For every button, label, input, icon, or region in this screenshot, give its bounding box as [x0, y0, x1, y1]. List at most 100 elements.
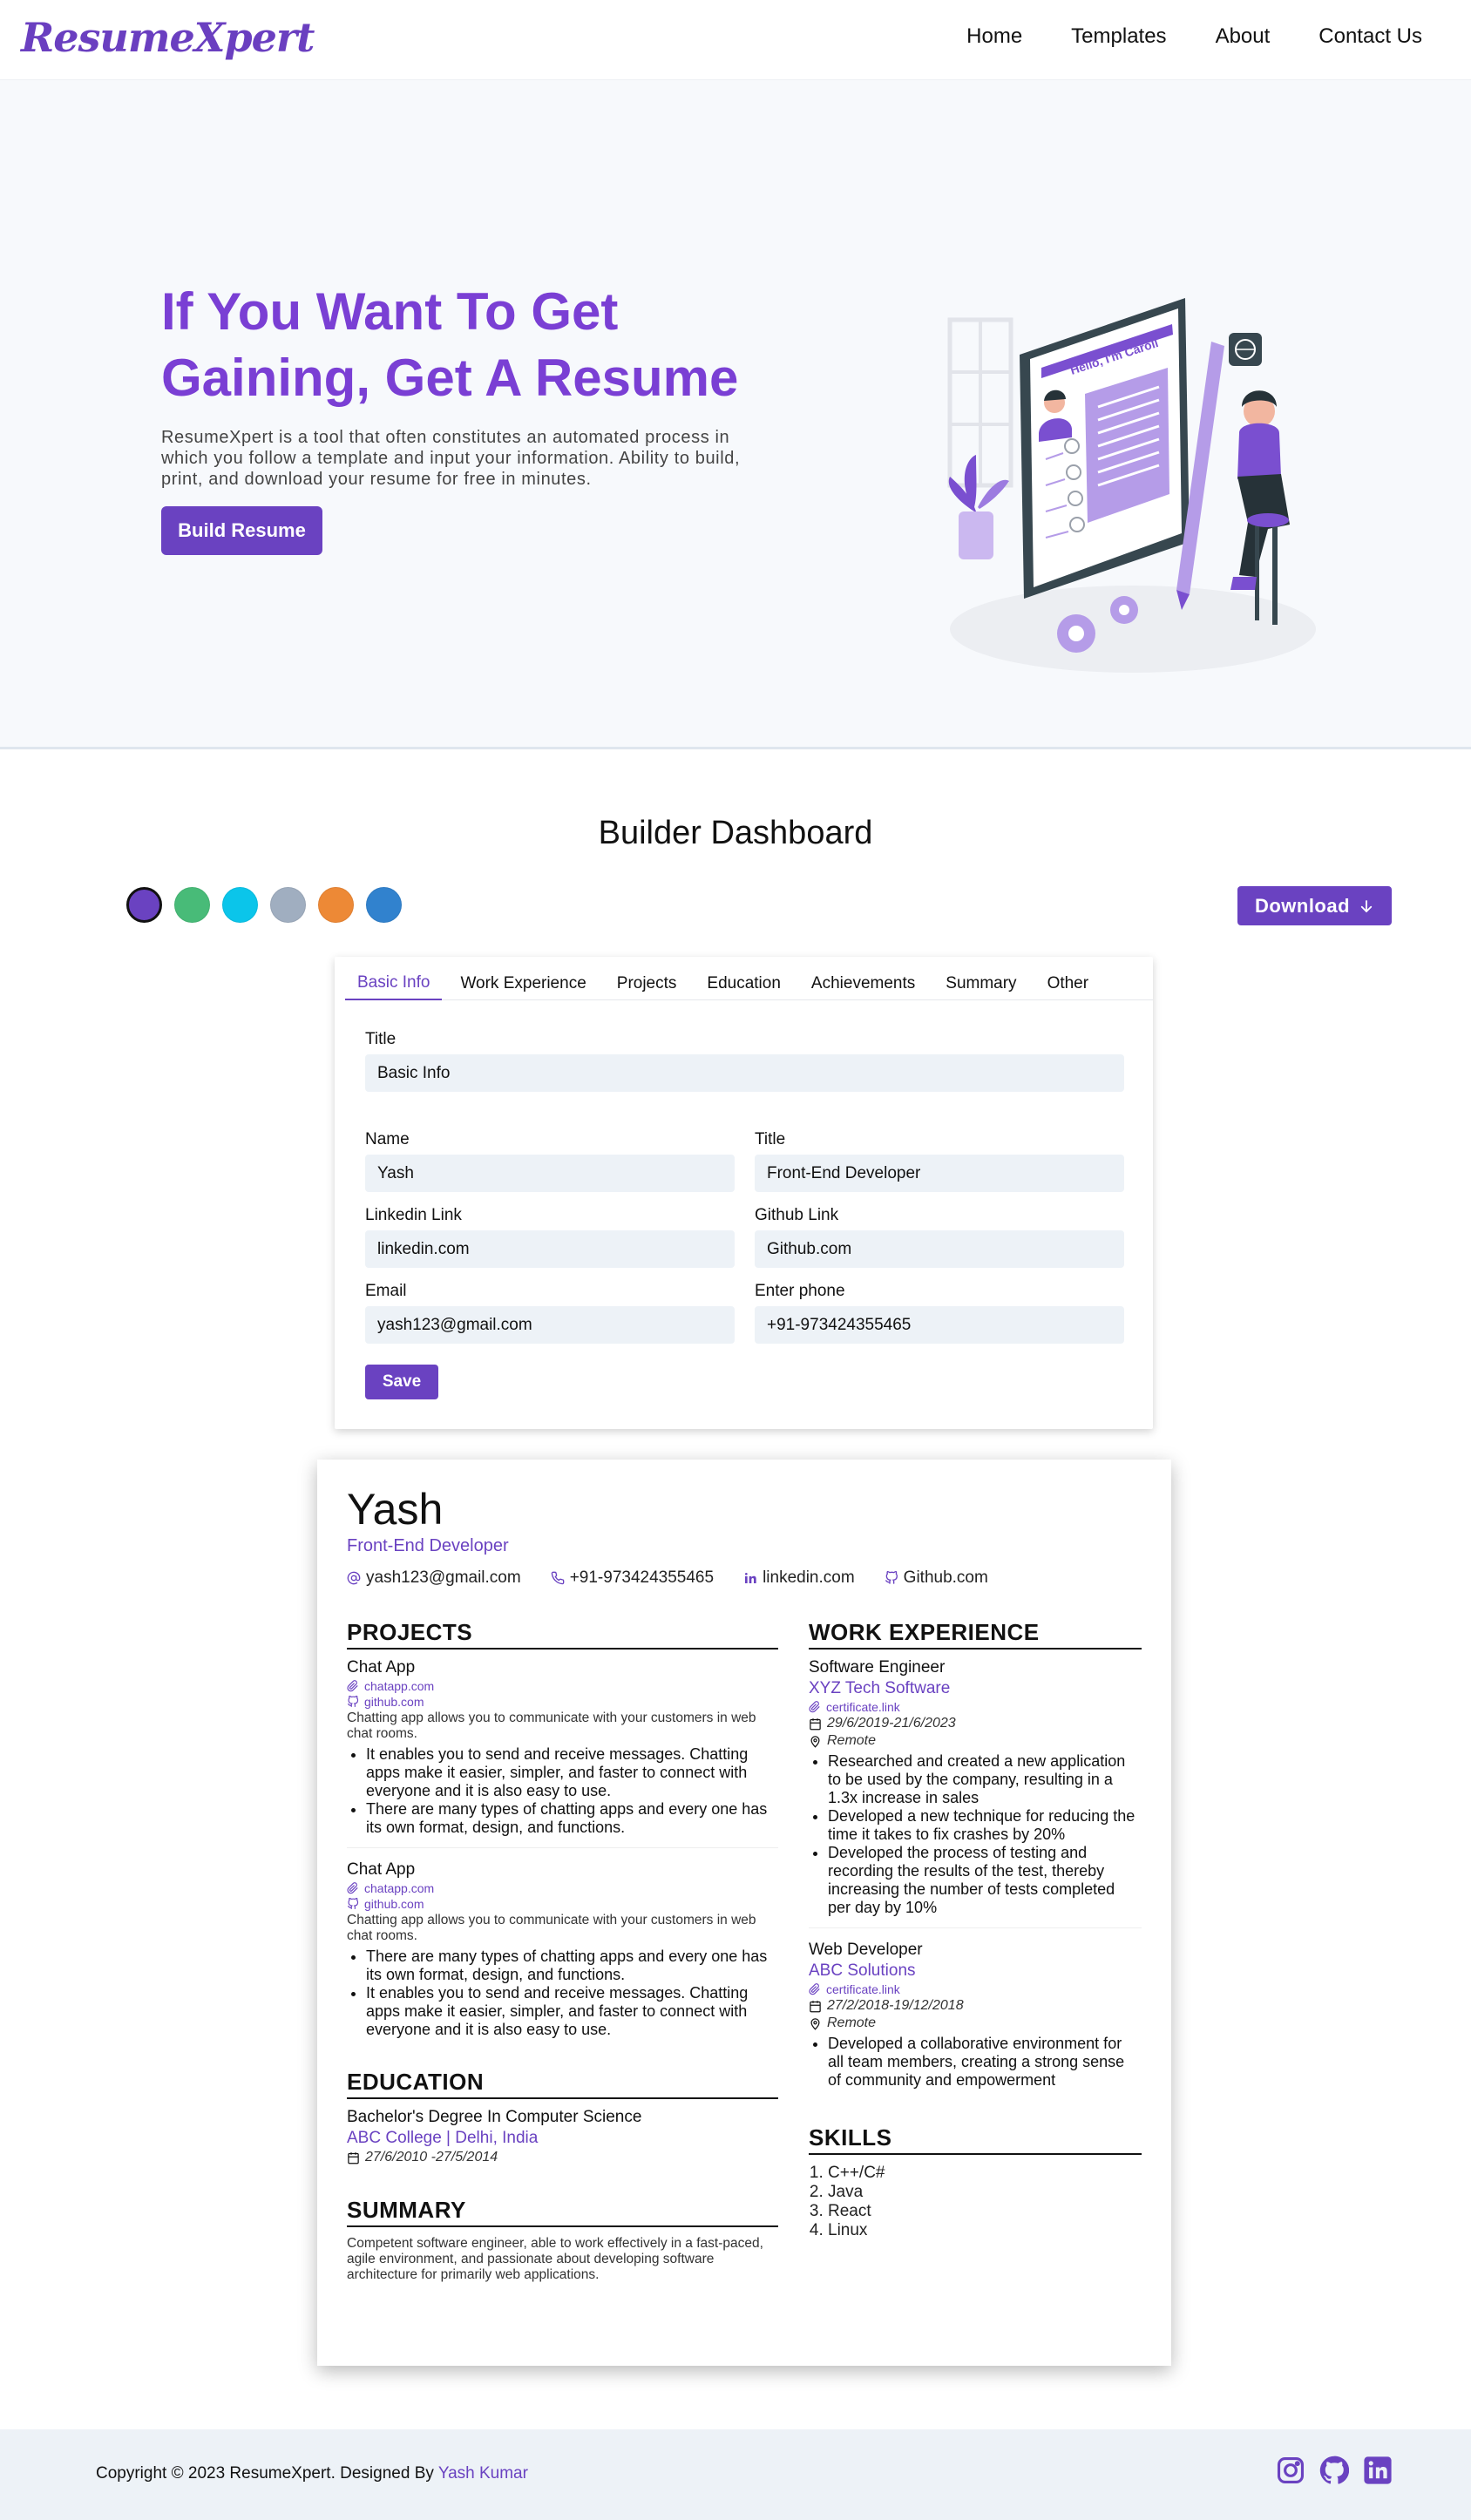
education-dates-text: 27/6/2010 -27/5/2014 — [365, 2150, 498, 2164]
calendar-icon — [810, 1717, 821, 1730]
tab-work-experience[interactable]: Work Experience — [448, 967, 598, 1000]
calendar-icon — [348, 2151, 359, 2164]
title-input[interactable] — [755, 1155, 1124, 1192]
email-input[interactable] — [365, 1306, 735, 1344]
resume-email-text: yash123@gmail.com — [366, 1568, 521, 1587]
linkedin-icon[interactable] — [1363, 2456, 1393, 2485]
nav-links: Home Templates About Contact Us — [966, 24, 1422, 49]
email-label: Email — [365, 1282, 407, 1300]
copyright-text: Copyright © 2023 ResumeXpert. Designed B… — [96, 2464, 434, 2483]
section-title-label: Title — [365, 1030, 397, 1048]
github-icon[interactable] — [1319, 2456, 1349, 2485]
skill-item: React — [828, 2202, 1142, 2221]
logo[interactable]: ResumeXpert — [21, 14, 315, 61]
work-certificate-text: certificate.link — [826, 1700, 900, 1714]
copyright: Copyright © 2023 ResumeXpert. Designed B… — [96, 2464, 528, 2483]
summary-text: Competent software engineer, able to wor… — [347, 2236, 763, 2282]
education-degree: Bachelor's Degree In Computer Science — [347, 2108, 642, 2126]
work-certificate-link[interactable]: certificate.link — [809, 1700, 1142, 1714]
tab-other[interactable]: Other — [1035, 967, 1102, 1000]
github-input[interactable] — [755, 1230, 1124, 1268]
skill-item: Java — [828, 2183, 1142, 2202]
save-button[interactable]: Save — [365, 1365, 438, 1399]
project-repo-text: github.com — [364, 1695, 424, 1709]
divider — [809, 1927, 1142, 1928]
work-location-text: Remote — [827, 2015, 877, 2030]
color-swatch-purple[interactable] — [126, 887, 162, 923]
paperclip-icon — [347, 1882, 358, 1894]
project-points: There are many types of chatting apps an… — [347, 1948, 778, 2039]
project-repo-link[interactable]: github.com — [347, 1695, 778, 1709]
project-deployed-link[interactable]: chatapp.com — [347, 1679, 778, 1693]
work-item: Software Engineer XYZ Tech Software cert… — [809, 1658, 1142, 1917]
work-certificate-link[interactable]: certificate.link — [809, 1982, 1142, 1996]
work-item: Web Developer ABC Solutions certificate.… — [809, 1941, 1142, 2090]
tab-achievements[interactable]: Achievements — [799, 967, 927, 1000]
projects-heading: PROJECTS — [347, 1619, 778, 1650]
nav-link-contact[interactable]: Contact Us — [1318, 24, 1422, 49]
resume-contacts: yash123@gmail.com +91-973424355465 linke… — [347, 1568, 988, 1588]
divider — [347, 1847, 778, 1848]
footer: Copyright © 2023 ResumeXpert. Designed B… — [0, 2429, 1471, 2520]
arrow-down-icon — [1360, 899, 1373, 912]
build-resume-button[interactable]: Build Resume — [161, 506, 322, 555]
work-point: Developed a collaborative environment fo… — [828, 2035, 1142, 2090]
skills-heading: SKILLS — [809, 2124, 1142, 2155]
resume-preview: Yash Front-End Developer yash123@gmail.c… — [317, 1460, 1171, 2366]
project-repo-link[interactable]: github.com — [347, 1897, 778, 1911]
project-deployed-text: chatapp.com — [364, 1881, 435, 1895]
download-button[interactable]: Download — [1237, 886, 1392, 925]
resume-email[interactable]: yash123@gmail.com — [347, 1568, 521, 1588]
instagram-icon[interactable] — [1276, 2456, 1305, 2485]
tab-basic-info[interactable]: Basic Info — [345, 967, 443, 1000]
author-link[interactable]: Yash Kumar — [438, 2464, 528, 2483]
resume-right-column: WORK EXPERIENCE Software Engineer XYZ Te… — [809, 1619, 1142, 2240]
work-company: XYZ Tech Software — [809, 1679, 951, 1697]
nav-link-about[interactable]: About — [1216, 24, 1271, 49]
github-label: Github Link — [755, 1206, 839, 1224]
tab-summary[interactable]: Summary — [933, 967, 1028, 1000]
phone-icon — [551, 1571, 565, 1585]
nav-link-home[interactable]: Home — [966, 24, 1022, 49]
project-repo-text: github.com — [364, 1897, 424, 1911]
skill-item: C++/C# — [828, 2164, 1142, 2183]
name-input[interactable] — [365, 1155, 735, 1192]
resume-editor: Basic Info Work Experience Projects Educ… — [335, 957, 1153, 1429]
tab-projects[interactable]: Projects — [605, 967, 689, 1000]
resume-name: Yash — [347, 1485, 444, 1534]
location-pin-icon — [810, 2017, 820, 2030]
project-deployed-text: chatapp.com — [364, 1679, 435, 1693]
resume-linkedin[interactable]: linkedin.com — [743, 1568, 855, 1588]
resume-phone[interactable]: +91-973424355465 — [551, 1568, 714, 1588]
work-points: Researched and created a new application… — [809, 1752, 1142, 1917]
nav-link-templates[interactable]: Templates — [1071, 24, 1166, 49]
summary-heading: SUMMARY — [347, 2197, 778, 2227]
phone-input[interactable] — [755, 1306, 1124, 1344]
linkedin-input[interactable] — [365, 1230, 735, 1268]
section-title-input[interactable] — [365, 1054, 1124, 1092]
work-location: Remote — [809, 2015, 1142, 2031]
color-swatch-green[interactable] — [174, 887, 210, 923]
project-deployed-link[interactable]: chatapp.com — [347, 1881, 778, 1895]
color-swatch-orange[interactable] — [318, 887, 354, 923]
calendar-icon — [810, 2000, 821, 2012]
resume-left-column: PROJECTS Chat App chatapp.com github.com… — [347, 1619, 778, 2283]
color-swatch-gray[interactable] — [270, 887, 306, 923]
tab-education[interactable]: Education — [695, 967, 793, 1000]
linkedin-icon — [745, 1573, 756, 1583]
github-icon — [347, 1898, 359, 1909]
resume-github[interactable]: Github.com — [885, 1568, 988, 1588]
work-certificate-text: certificate.link — [826, 1982, 900, 1996]
project-point: There are many types of chatting apps an… — [366, 1800, 778, 1837]
resume-linkedin-text: linkedin.com — [763, 1568, 855, 1587]
color-swatch-cyan[interactable] — [222, 887, 258, 923]
work-point: Developed the process of testing and rec… — [828, 1844, 1142, 1917]
color-swatch-blue[interactable] — [366, 887, 402, 923]
hero-illustration: Hello, I'm Caroll — [947, 298, 1316, 673]
skill-item: Linux — [828, 2221, 1142, 2240]
project-title: Chat App — [347, 1860, 416, 1879]
work-title: Software Engineer — [809, 1658, 946, 1677]
dashboard-title: Builder Dashboard — [598, 815, 873, 851]
social-links — [1276, 2456, 1393, 2485]
project-point: It enables you to send and receive messa… — [366, 1745, 778, 1800]
